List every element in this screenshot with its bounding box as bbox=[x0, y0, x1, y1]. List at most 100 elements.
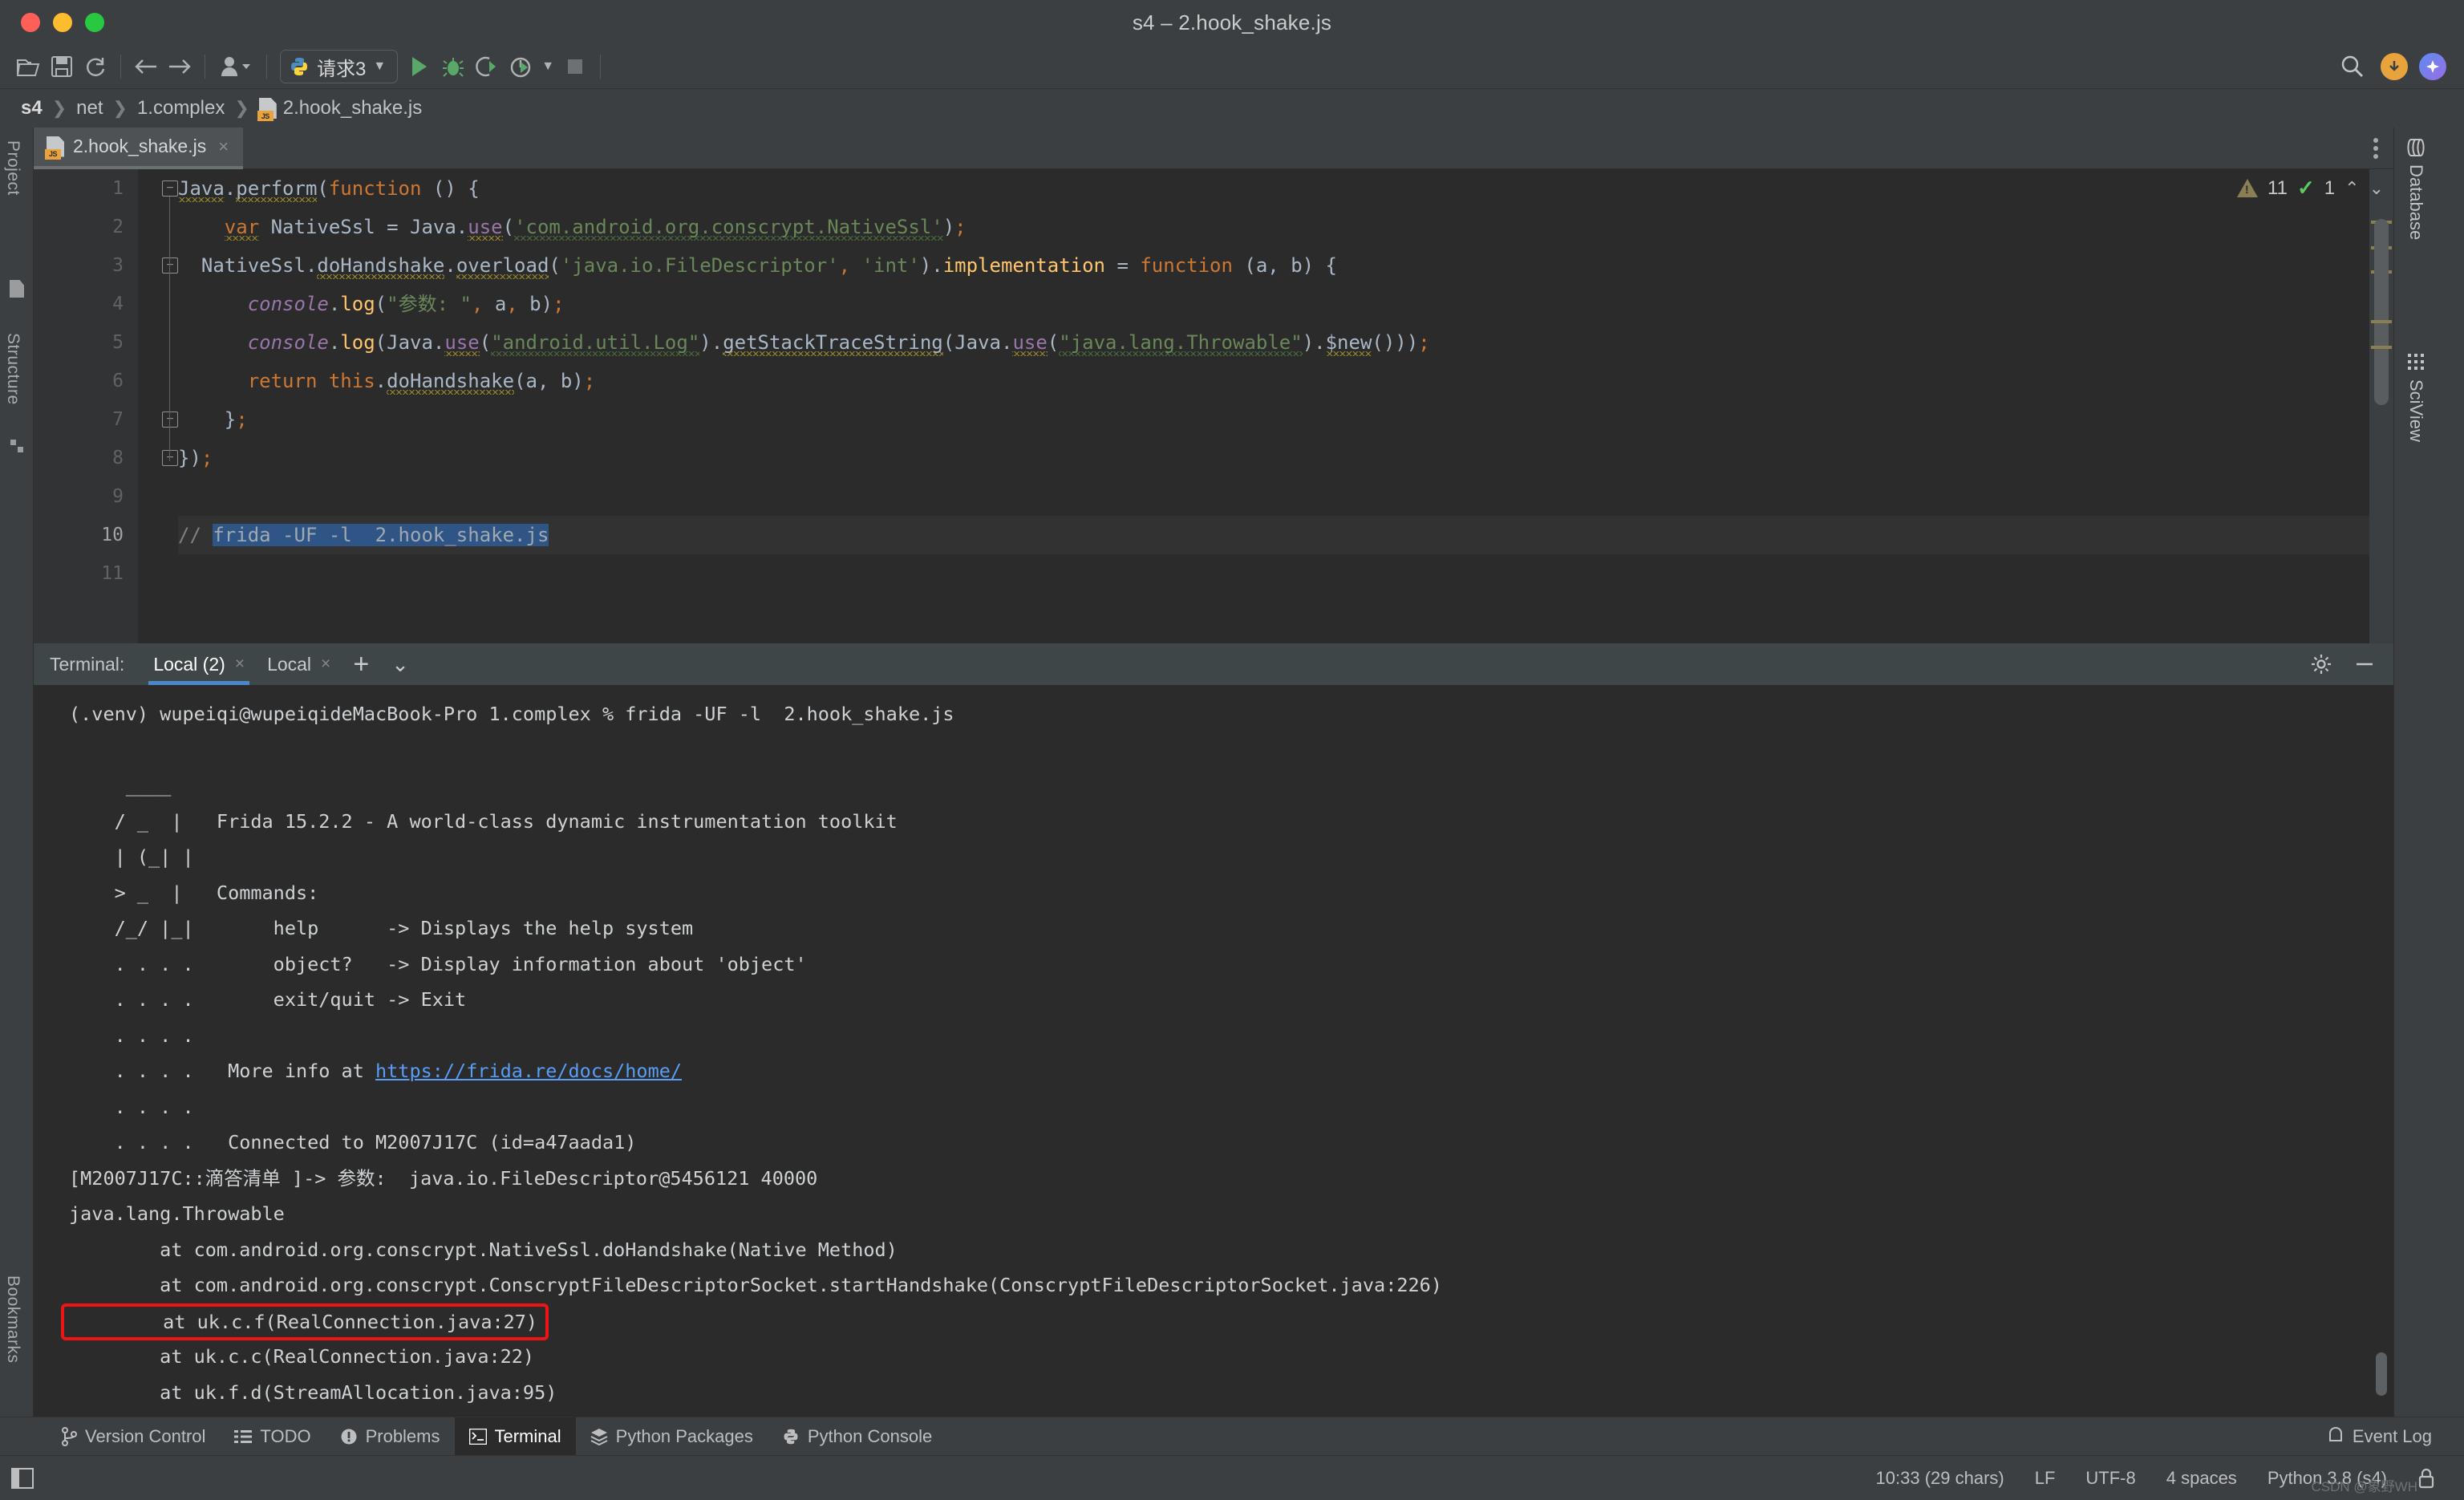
code-token: Java bbox=[178, 177, 225, 202]
packages-icon bbox=[590, 1428, 608, 1445]
sidebar-item-structure[interactable]: Structure bbox=[2, 328, 24, 410]
line-separator[interactable]: LF bbox=[2035, 1468, 2056, 1489]
minimize-icon[interactable] bbox=[2353, 653, 2376, 675]
code-token: Java bbox=[410, 216, 456, 238]
run-with-coverage-button[interactable] bbox=[470, 51, 504, 83]
code-line-10: // frida -UF -l 2.hook_shake.js bbox=[178, 516, 2393, 554]
layout-icon[interactable] bbox=[11, 1467, 34, 1489]
terminal-header: Terminal: Local (2) × Local × + ⌄ bbox=[34, 643, 2393, 685]
code-line-4: console.log("参数: ", a, b); bbox=[178, 285, 2393, 323]
open-folder-icon[interactable] bbox=[11, 51, 45, 83]
frida-docs-link[interactable]: https://frida.re/docs/home/ bbox=[375, 1060, 682, 1082]
sidebar-item-sciview-label: SciView bbox=[2406, 379, 2426, 442]
code-token: Java bbox=[387, 331, 433, 354]
fold-marker-line1[interactable]: − bbox=[162, 180, 178, 197]
code-token: "参数: " bbox=[387, 293, 472, 315]
code-token: ( bbox=[375, 331, 387, 354]
gear-icon[interactable] bbox=[2310, 653, 2332, 675]
lock-icon[interactable] bbox=[2417, 1468, 2435, 1489]
terminal-tab-local-2[interactable]: Local (2) × bbox=[142, 643, 256, 685]
left-tool-rail: Project Structure Bookmarks bbox=[0, 128, 34, 1417]
save-icon[interactable] bbox=[45, 51, 79, 83]
fold-guide-line bbox=[169, 197, 170, 461]
code-token: . bbox=[1000, 331, 1013, 354]
sidebar-item-bookmarks[interactable]: Bookmarks bbox=[2, 1271, 24, 1368]
chevron-down-icon: ⌄ bbox=[391, 651, 409, 676]
editor-tab-bar: JS 2.hook_shake.js × bbox=[34, 127, 2393, 169]
editor-tab-hook-shake[interactable]: JS 2.hook_shake.js × bbox=[34, 127, 244, 169]
terminal-line: java.lang.Throwable bbox=[69, 1202, 285, 1225]
code-selection[interactable]: frida -UF -l 2.hook_shake.js bbox=[213, 524, 549, 546]
forward-arrow-icon[interactable] bbox=[163, 51, 197, 83]
bottom-tab-python-packages[interactable]: Python Packages bbox=[576, 1417, 768, 1456]
inspection-widget[interactable]: 11 ✓ 1 ⌃ ⌄ bbox=[2237, 176, 2384, 201]
editor-tab-options[interactable] bbox=[2373, 136, 2393, 160]
fold-marker-line8[interactable]: − bbox=[162, 450, 178, 466]
run-configuration-selector[interactable]: 请求3 ▼ bbox=[280, 50, 399, 83]
updates-icon[interactable] bbox=[2381, 53, 2408, 80]
scrollbar-thumb[interactable] bbox=[2374, 219, 2389, 405]
code-editor[interactable]: 1 2 3 4 5 6 7 8 9 10 11 − − − − Java.per… bbox=[34, 169, 2393, 643]
debug-button[interactable] bbox=[436, 51, 470, 83]
bottom-tab-problems[interactable]: Problems bbox=[326, 1417, 455, 1456]
chevron-up-icon[interactable]: ⌃ bbox=[2344, 178, 2359, 199]
indent-setting[interactable]: 4 spaces bbox=[2166, 1468, 2237, 1489]
code-content[interactable]: Java.perform(function () { var NativeSsl… bbox=[178, 169, 2393, 643]
terminal-scrollbar[interactable] bbox=[2373, 685, 2390, 1417]
code-token: }) bbox=[178, 447, 201, 469]
scrollbar-thumb[interactable] bbox=[2376, 1352, 2387, 1396]
close-icon[interactable]: × bbox=[218, 136, 229, 157]
code-token: ) bbox=[1302, 331, 1315, 354]
sidebar-item-database[interactable]: Database bbox=[2405, 139, 2426, 240]
terminal-tab-dropdown[interactable]: ⌄ bbox=[380, 643, 420, 685]
caret-position[interactable]: 10:33 (29 chars) bbox=[1876, 1468, 2004, 1489]
chevron-down-icon-profile[interactable]: ▼ bbox=[537, 51, 558, 83]
sync-icon[interactable] bbox=[79, 51, 112, 83]
bottom-tab-terminal[interactable]: Terminal bbox=[454, 1417, 576, 1456]
profile-run-button[interactable] bbox=[504, 51, 537, 83]
terminal-line: | (_| | bbox=[69, 845, 194, 868]
breadcrumb-item-2[interactable]: 1.complex bbox=[132, 97, 229, 120]
back-arrow-icon[interactable] bbox=[129, 51, 163, 83]
chevron-down-icon[interactable]: ⌄ bbox=[2369, 178, 2384, 199]
bottom-tab-todo[interactable]: TODO bbox=[220, 1417, 325, 1456]
code-token: perform bbox=[236, 177, 318, 202]
toolbar-divider bbox=[120, 55, 121, 79]
code-token: , bbox=[506, 293, 518, 315]
bottom-tab-version-control[interactable]: Version Control bbox=[47, 1417, 220, 1456]
code-token: . bbox=[931, 254, 943, 277]
code-token: } bbox=[224, 408, 237, 431]
sidebar-item-sciview[interactable]: SciView bbox=[2405, 352, 2426, 442]
code-token: (a, b) bbox=[514, 370, 584, 392]
profile-icon[interactable] bbox=[213, 51, 258, 83]
code-token: ) bbox=[942, 216, 955, 238]
search-icon[interactable] bbox=[2336, 51, 2369, 83]
line-number: 4 bbox=[112, 294, 124, 314]
stop-button[interactable] bbox=[558, 51, 592, 83]
terminal-output[interactable]: (.venv) wupeiqi@wupeiqideMacBook-Pro 1.c… bbox=[34, 685, 2393, 1417]
run-button[interactable] bbox=[403, 51, 436, 83]
fold-marker-line3[interactable]: − bbox=[162, 257, 178, 274]
bottom-tab-python-console[interactable]: Python Console bbox=[768, 1417, 946, 1456]
terminal-line: at com.android.org.conscrypt.NativeSsl.d… bbox=[69, 1238, 898, 1261]
close-icon[interactable]: × bbox=[321, 655, 330, 674]
terminal-line: at uk.c.c(RealConnection.java:22) bbox=[69, 1345, 535, 1368]
chevron-down-icon[interactable]: ▼ bbox=[373, 59, 386, 74]
file-encoding[interactable]: UTF-8 bbox=[2085, 1468, 2135, 1489]
terminal-tab-local[interactable]: Local × bbox=[256, 643, 342, 685]
sidebar-item-project[interactable]: Project bbox=[2, 136, 24, 201]
line-number: 11 bbox=[101, 563, 124, 584]
code-token: ( bbox=[942, 331, 955, 354]
fold-marker-line7[interactable]: − bbox=[162, 411, 178, 428]
breadcrumb-item-1[interactable]: net bbox=[71, 97, 107, 120]
event-log-button[interactable]: Event Log bbox=[2327, 1426, 2464, 1447]
breadcrumb-item-3[interactable]: JS 2.hook_shake.js bbox=[254, 97, 427, 121]
close-icon[interactable]: × bbox=[235, 655, 245, 674]
code-token: console bbox=[247, 331, 329, 354]
check-count: 1 bbox=[2324, 176, 2336, 199]
ai-assistant-icon[interactable] bbox=[2419, 53, 2446, 80]
editor-scrollbar[interactable] bbox=[2369, 169, 2393, 643]
breadcrumb-item-0[interactable]: s4 bbox=[16, 97, 47, 120]
add-terminal-tab-button[interactable]: + bbox=[342, 643, 380, 685]
